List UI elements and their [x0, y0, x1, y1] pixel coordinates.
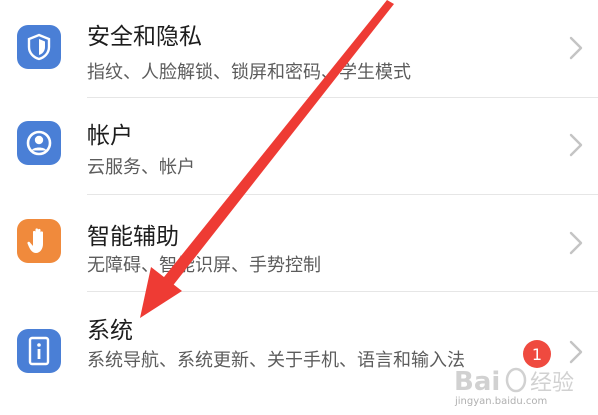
settings-item-account[interactable]: 帐户 云服务、帐户 — [0, 98, 598, 195]
settings-item-subtitle: 无障碍、智能识屏、手势控制 — [87, 255, 321, 276]
settings-item-subtitle: 指纹、人脸解锁、锁屏和密码、学生模式 — [87, 62, 411, 83]
chevron-right-icon — [569, 36, 583, 60]
settings-item-smart-assist[interactable]: 智能辅助 无障碍、智能识屏、手势控制 — [0, 195, 598, 292]
account-icon — [17, 121, 61, 165]
notification-badge: 1 — [523, 340, 551, 368]
settings-item-title: 智能辅助 — [87, 224, 179, 250]
hand-icon — [17, 219, 61, 263]
settings-item-subtitle: 云服务、帐户 — [87, 157, 195, 178]
settings-item-title: 系统 — [87, 318, 133, 344]
watermark-url: jingyan.baidu.com — [455, 396, 548, 407]
shield-icon — [17, 25, 61, 69]
chevron-right-icon — [569, 231, 583, 255]
settings-item-security-privacy[interactable]: 安全和隐私 指纹、人脸解锁、锁屏和密码、学生模式 — [0, 0, 598, 98]
chevron-right-icon — [569, 340, 583, 364]
settings-item-title: 安全和隐私 — [87, 24, 202, 50]
settings-list: 安全和隐私 指纹、人脸解锁、锁屏和密码、学生模式 帐户 云服务、帐户 智能辅助 … — [0, 0, 598, 415]
system-icon — [17, 329, 61, 373]
settings-item-title: 帐户 — [87, 123, 133, 149]
chevron-right-icon — [569, 133, 583, 157]
settings-item-subtitle: 系统导航、系统更新、关于手机、语言和输入法 — [87, 350, 465, 371]
